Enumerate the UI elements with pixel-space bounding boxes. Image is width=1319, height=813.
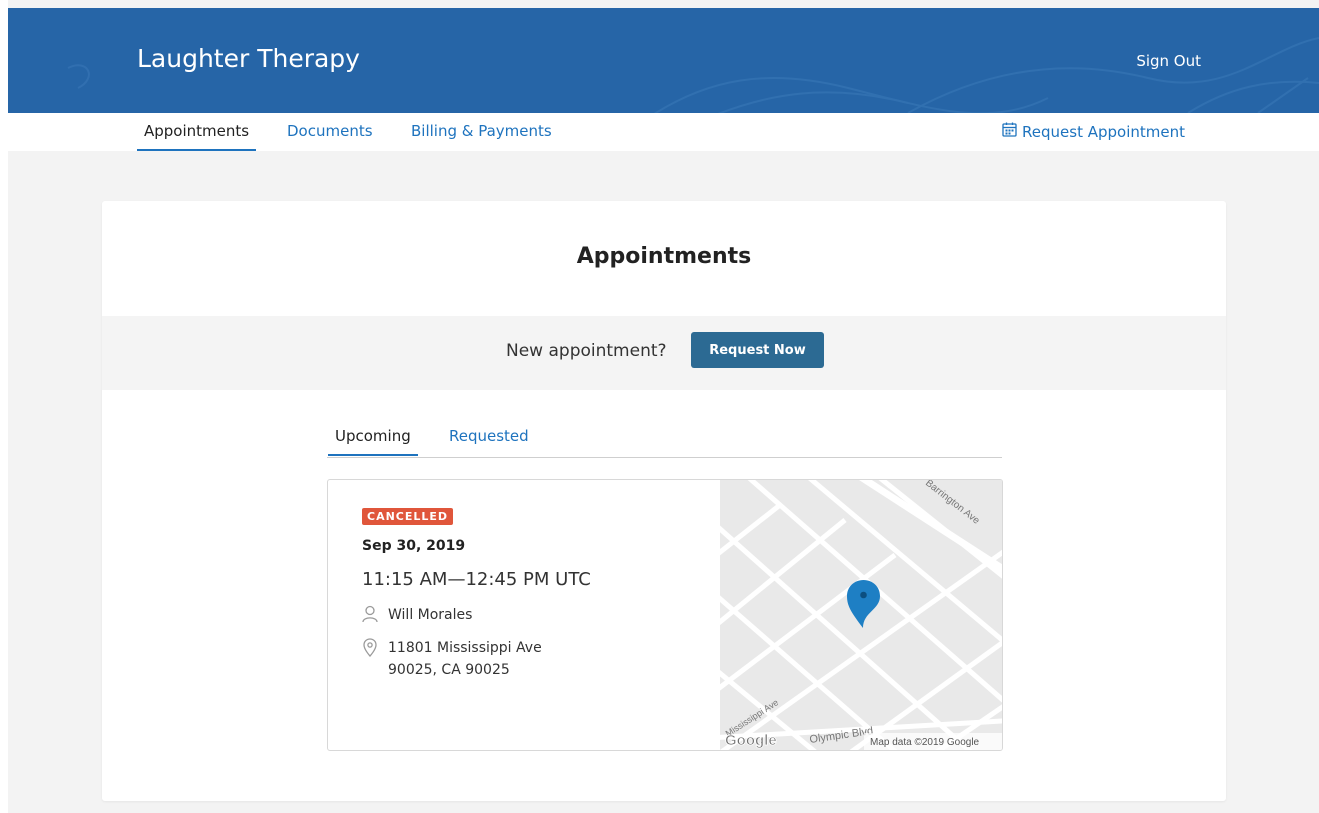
address-text: 11801 Mississippi Ave 90025, CA 90025 — [388, 637, 542, 681]
calendar-icon — [1002, 122, 1017, 141]
address-line-2: 90025, CA 90025 — [388, 662, 510, 678]
appointments-card: Appointments New appointment? Request No… — [102, 201, 1226, 801]
map-graphic: Barrington Ave Mississippi Ave Olympic B… — [708, 480, 1002, 750]
appointment-tabs: Upcoming Requested — [327, 423, 1002, 458]
request-now-button[interactable]: Request Now — [691, 332, 824, 368]
nav-tab-documents[interactable]: Documents — [287, 122, 373, 140]
new-appointment-prompt: New appointment? — [506, 341, 667, 361]
location-pin-icon — [362, 637, 378, 657]
appointment-date: Sep 30, 2019 — [362, 538, 466, 554]
appointment-time: 11:15 AM—12:45 PM UTC — [362, 569, 591, 590]
appointment-details: CANCELLED Sep 30, 2019 11:15 AM—12:45 PM… — [328, 480, 720, 750]
nav-tab-billing[interactable]: Billing & Payments — [411, 122, 552, 140]
person-icon — [362, 604, 378, 624]
svg-text:Map data ©2019 Google: Map data ©2019 Google — [870, 737, 980, 748]
tab-upcoming[interactable]: Upcoming — [328, 427, 418, 456]
left-edge — [0, 0, 8, 813]
request-appointment-link[interactable]: Request Appointment — [1002, 122, 1185, 141]
brand-title: Laughter Therapy — [137, 44, 360, 73]
sub-navigation: Appointments Documents Billing & Payment… — [8, 113, 1319, 151]
svg-text:Google: Google — [725, 732, 777, 749]
sign-out-link[interactable]: Sign Out — [1136, 52, 1201, 70]
request-appointment-label: Request Appointment — [1022, 122, 1185, 141]
address-row: 11801 Mississippi Ave 90025, CA 90025 — [362, 637, 542, 681]
address-line-1: 11801 Mississippi Ave — [388, 640, 542, 656]
appointment-card[interactable]: CANCELLED Sep 30, 2019 11:15 AM—12:45 PM… — [327, 479, 1003, 751]
page-title: Appointments — [576, 244, 752, 269]
nav-tab-appointments[interactable]: Appointments — [136, 122, 257, 151]
provider-name: Will Morales — [388, 607, 473, 623]
location-map[interactable]: Barrington Ave Mississippi Ave Olympic B… — [708, 480, 1002, 750]
provider-row: Will Morales — [362, 604, 472, 626]
status-badge: CANCELLED — [362, 508, 454, 525]
new-appointment-banner: New appointment? Request Now — [102, 316, 1226, 390]
app-header: Laughter Therapy Sign Out — [8, 8, 1319, 113]
tab-requested[interactable]: Requested — [449, 427, 529, 445]
